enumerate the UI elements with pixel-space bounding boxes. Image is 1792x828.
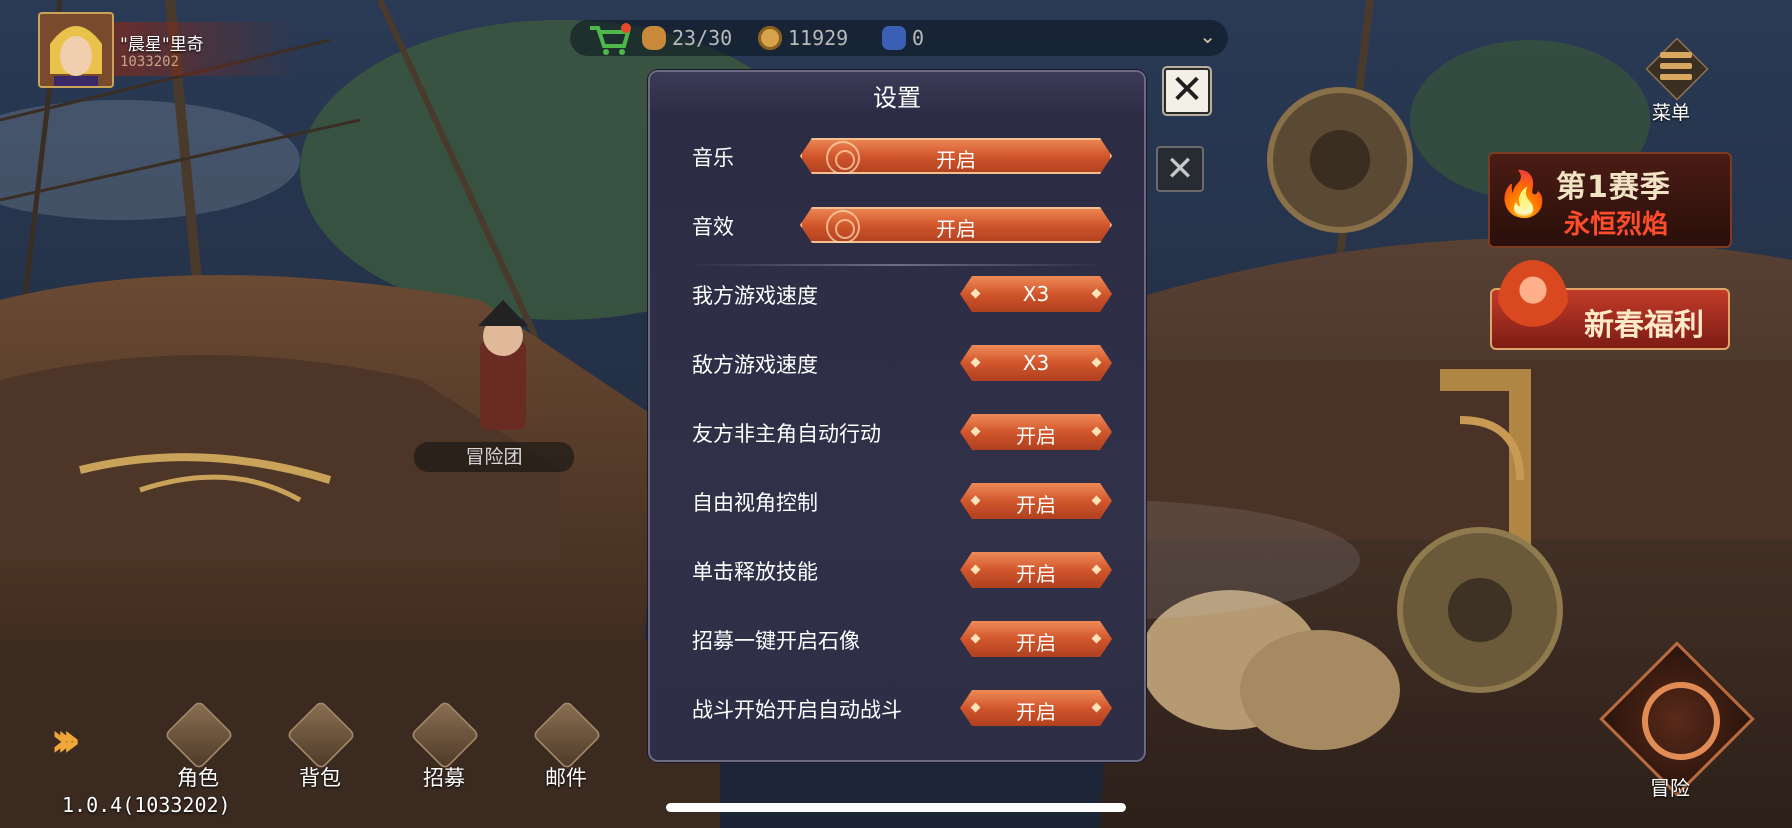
- nav-mail-label: 邮件: [545, 766, 587, 790]
- version-label: 1.0.4(1033202): [62, 793, 231, 817]
- stamina-counter[interactable]: 23/30: [642, 25, 732, 51]
- settings-title: 设置: [873, 84, 921, 112]
- sound-effects-toggle[interactable]: 开启: [800, 207, 1112, 243]
- sound-effects-toggle-value: 开启: [936, 217, 976, 241]
- music-toggle-value: 开启: [936, 148, 976, 172]
- tap-cast-skill-label: 单击释放技能: [692, 560, 818, 584]
- backpack-icon: [285, 699, 357, 771]
- character-icon: [163, 699, 235, 771]
- auto-battle-value: 开启: [1016, 700, 1056, 724]
- resource-bar: 23/30 11929 0 ⌄: [570, 20, 1228, 56]
- music-toggle[interactable]: 开启: [800, 138, 1112, 174]
- gold-counter[interactable]: 11929: [758, 25, 848, 51]
- recruit-statue-toggle[interactable]: 开启: [960, 621, 1112, 657]
- season-banner[interactable]: 🔥 第1赛季 永恒烈焰: [1488, 152, 1732, 248]
- enemy-game-speed-value: X3: [1022, 351, 1050, 375]
- ally-auto-action-value: 开启: [1016, 424, 1056, 448]
- ship-wheel-icon: [1642, 682, 1720, 760]
- player-id: 1033202: [120, 54, 180, 70]
- recruit-statue-label: 招募一键开启石像: [692, 629, 860, 653]
- bread-icon: [642, 26, 666, 50]
- adventure-button[interactable]: 冒险: [1599, 641, 1755, 800]
- expand-arrows-icon[interactable]: ›››: [50, 712, 82, 768]
- free-camera-toggle[interactable]: 开启: [960, 483, 1112, 519]
- ally-auto-action-toggle[interactable]: 开启: [960, 414, 1112, 450]
- menu-label: 菜单: [1652, 102, 1691, 124]
- home-indicator[interactable]: [666, 803, 1126, 812]
- recruit-statue-value: 开启: [1016, 631, 1056, 655]
- nav-backpack-label: 背包: [299, 766, 341, 790]
- music-label: 音乐: [692, 146, 734, 170]
- player-game-speed-label: 我方游戏速度: [692, 284, 818, 308]
- recruit-icon: [409, 699, 481, 771]
- new-year-event-banner[interactable]: 新春福利: [1490, 260, 1730, 350]
- background-panel-close-icon: ✕: [1156, 146, 1204, 192]
- close-icon: ✕: [1170, 67, 1204, 113]
- gem-value: 0: [912, 26, 925, 50]
- menu-button[interactable]: 菜单: [1636, 37, 1716, 124]
- tap-cast-skill-toggle[interactable]: 开启: [960, 552, 1112, 588]
- player-profile[interactable]: "晨星"里奇 1033202: [38, 12, 298, 88]
- adventure-team-label[interactable]: 冒险团: [414, 442, 574, 472]
- nav-character[interactable]: 角色: [152, 699, 244, 792]
- shop-cart-icon[interactable]: [588, 22, 632, 56]
- ally-auto-action-label: 友方非主角自动行动: [692, 422, 881, 446]
- nav-recruit-label: 招募: [423, 766, 465, 790]
- settings-close-button[interactable]: ✕: [1164, 67, 1210, 114]
- player-avatar[interactable]: [38, 12, 114, 88]
- auto-battle-toggle[interactable]: 开启: [960, 690, 1112, 726]
- coin-icon: [758, 26, 782, 50]
- settings-header: 设置: [650, 72, 1144, 112]
- nav-backpack[interactable]: 背包: [274, 699, 366, 792]
- auto-battle-label: 战斗开始开启自动战斗: [692, 698, 902, 722]
- nav-recruit[interactable]: 招募: [398, 699, 490, 792]
- player-game-speed-value: X3: [1022, 282, 1050, 306]
- gem-counter[interactable]: 0: [882, 25, 924, 51]
- player-name: "晨星"里奇: [120, 35, 204, 55]
- nav-character-label: 角色: [177, 766, 219, 790]
- gold-value: 11929: [788, 26, 849, 50]
- new-year-label: 新春福利: [1584, 308, 1704, 343]
- event-character-icon: [1498, 260, 1568, 346]
- sound-effects-label: 音效: [692, 215, 734, 239]
- gem-icon: [882, 26, 906, 50]
- enemy-game-speed-label: 敌方游戏速度: [692, 353, 818, 377]
- flame-icon: 🔥: [1496, 169, 1551, 220]
- tap-cast-skill-value: 开启: [1016, 562, 1056, 586]
- section-divider: [686, 264, 1106, 266]
- avatar-portrait-icon: [40, 14, 112, 86]
- season-title: 第1赛季: [1556, 170, 1671, 205]
- player-game-speed-toggle[interactable]: X3: [960, 276, 1112, 312]
- mail-icon: [531, 699, 603, 771]
- adventure-label: 冒险: [1650, 776, 1690, 800]
- hamburger-icon: [1660, 52, 1692, 85]
- chevron-down-icon[interactable]: ⌄: [1199, 24, 1216, 48]
- free-camera-label: 自由视角控制: [692, 491, 818, 515]
- settings-dialog: 设置 音乐 开启 音效 开启 我方游戏速度 X3 敌方游戏速度 X3 友方非主角…: [648, 70, 1146, 762]
- enemy-game-speed-toggle[interactable]: X3: [960, 345, 1112, 381]
- stamina-value: 23/30: [672, 26, 733, 50]
- nav-mail[interactable]: 邮件: [520, 699, 612, 792]
- season-subtitle: 永恒烈焰: [1564, 210, 1669, 240]
- free-camera-value: 开启: [1016, 493, 1056, 517]
